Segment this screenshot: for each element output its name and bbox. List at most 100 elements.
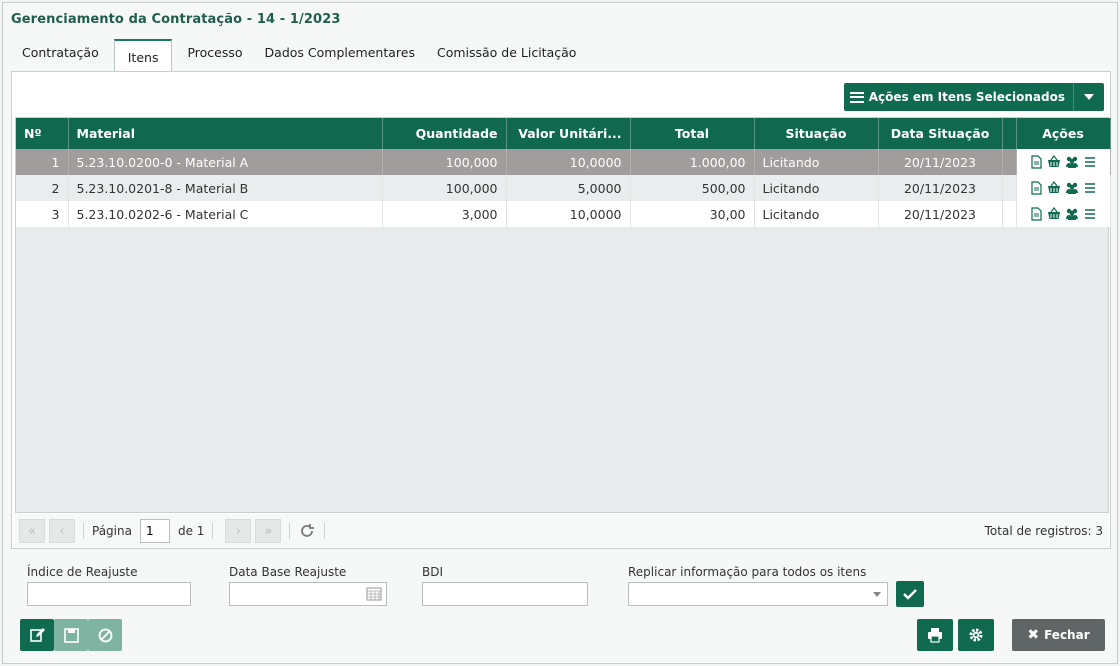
edit-icon [30,628,45,642]
refresh-icon[interactable] [298,522,316,540]
calendar-icon[interactable] [366,587,382,601]
document-icon[interactable] [1029,155,1043,169]
table-row[interactable]: 3 5.23.10.0202-6 - Material C 3,000 10,0… [16,201,1111,227]
pagination-bar: « ‹ Página de 1 › » Total de registros: … [15,514,1109,548]
pager-separator [83,523,84,539]
tab-bar: Contratação Itens Processo Dados Complem… [11,39,587,74]
cancel-button[interactable] [88,619,122,651]
replicar-confirm-button[interactable] [896,581,924,607]
window-title: Gerenciamento da Contratação - 14 - 1/20… [11,12,341,27]
menu-icon [849,91,864,103]
close-label: Fechar [1044,628,1090,642]
col-material[interactable]: Material [68,118,383,149]
cell-numero: 2 [16,175,69,201]
print-button[interactable] [917,619,953,651]
cell-total: 1.000,00 [630,149,755,175]
document-icon[interactable] [1029,181,1043,195]
items-grid: Nº Material Quantidade Valor Unitári... … [15,117,1111,513]
basket-icon[interactable] [1047,207,1061,221]
tab-itens[interactable]: Itens [113,39,173,74]
next-page-button[interactable]: › [225,519,252,543]
select-caret-icon [873,592,881,597]
cell-acoes [1016,175,1111,201]
gear-icon [969,628,983,642]
actions-main[interactable]: Ações em Itens Selecionados [844,83,1074,111]
settings-button[interactable] [958,619,994,651]
cell-acoes [1016,201,1111,227]
actions-dropdown-toggle[interactable] [1074,83,1104,111]
bdi-input[interactable] [422,582,588,606]
cell-quantidade: 100,000 [382,149,507,175]
cell-acoes [1016,149,1111,175]
tab-comissao-licitacao[interactable]: Comissão de Licitação [426,39,587,73]
cell-valor-unitario: 10,0000 [506,201,631,227]
data-base-reajuste-input[interactable] [229,582,387,606]
cell-material: 5.23.10.0201-8 - Material B [68,175,383,201]
col-valor-unitario[interactable]: Valor Unitári... [506,118,631,149]
table-row[interactable]: 2 5.23.10.0201-8 - Material B 100,000 5,… [16,175,1111,201]
pager-separator [212,523,214,539]
col-quantidade[interactable]: Quantidade [382,118,507,149]
col-total[interactable]: Total [630,118,755,149]
prev-page-button[interactable]: ‹ [49,519,75,543]
cell-data-situacao: 20/11/2023 [878,201,1003,227]
cell-numero: 3 [16,201,69,227]
close-button[interactable]: ✖ Fechar [1012,619,1105,651]
cell-spacer [1002,201,1017,227]
save-button[interactable] [54,619,88,651]
print-icon [928,628,942,643]
cell-data-situacao: 20/11/2023 [878,149,1003,175]
page-number-input[interactable] [139,519,170,543]
cell-valor-unitario: 5,0000 [506,175,631,201]
cell-material: 5.23.10.0200-0 - Material A [68,149,383,175]
replicar-select[interactable] [628,582,888,606]
tab-dados-complementares[interactable]: Dados Complementares [254,39,426,73]
pager-separator [324,523,326,539]
table-header-row: Nº Material Quantidade Valor Unitári... … [16,118,1111,149]
check-icon [903,589,917,600]
basket-icon[interactable] [1047,155,1061,169]
cell-valor-unitario: 10,0000 [506,149,631,175]
edit-button[interactable] [20,619,54,651]
table-row[interactable]: 1 5.23.10.0200-0 - Material A 100,000 10… [16,149,1111,175]
ban-icon [98,628,112,642]
total-records: Total de registros: 3 [984,524,1103,538]
cell-spacer [1002,149,1017,175]
col-situacao[interactable]: Situação [754,118,879,149]
cell-numero: 1 [16,149,69,175]
cell-data-situacao: 20/11/2023 [878,175,1003,201]
cell-quantidade: 3,000 [382,201,507,227]
data-base-reajuste-label: Data Base Reajuste [229,565,347,579]
close-icon: ✖ [1027,627,1040,643]
selected-items-actions-button[interactable]: Ações em Itens Selecionados [843,83,1104,111]
users-icon[interactable] [1065,181,1079,195]
pager-separator [289,523,291,539]
cell-situacao: Licitando [754,201,879,227]
last-page-button[interactable]: » [255,519,282,543]
actions-label: Ações em Itens Selecionados [868,90,1065,104]
tab-contratacao[interactable]: Contratação [11,39,110,73]
cell-situacao: Licitando [754,149,879,175]
users-icon[interactable] [1065,155,1079,169]
list-icon[interactable] [1083,207,1097,221]
caret-down-icon [1084,94,1094,100]
users-icon[interactable] [1065,207,1079,221]
col-data-situacao[interactable]: Data Situação [878,118,1003,149]
list-icon[interactable] [1083,155,1097,169]
col-spacer [1002,118,1017,149]
page-label: Página [92,524,132,538]
cell-situacao: Licitando [754,175,879,201]
document-icon[interactable] [1029,207,1043,221]
list-icon[interactable] [1083,181,1097,195]
contract-management-window: Gerenciamento da Contratação - 14 - 1/20… [2,2,1118,664]
cell-material: 5.23.10.0202-6 - Material C [68,201,383,227]
first-page-button[interactable]: « [19,519,45,543]
indice-reajuste-input[interactable] [27,582,191,606]
cell-spacer [1002,175,1017,201]
tab-processo[interactable]: Processo [176,39,253,73]
replicar-label: Replicar informação para todos os itens [628,565,867,579]
cell-total: 500,00 [630,175,755,201]
basket-icon[interactable] [1047,181,1061,195]
page-of-label: de 1 [177,524,205,538]
col-numero[interactable]: Nº [16,118,69,149]
